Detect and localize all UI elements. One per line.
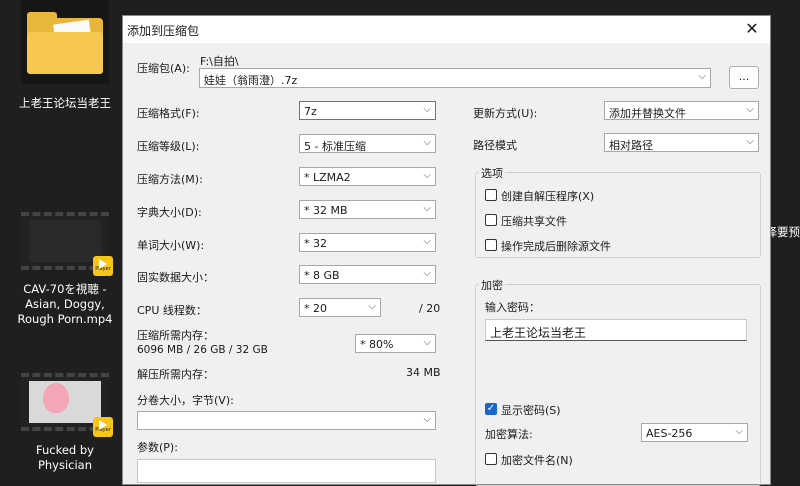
solid-select[interactable]: * 8 GB⌵: [299, 265, 436, 284]
desktop-icon-label: Fucked by Physician: [17, 443, 113, 473]
method-select[interactable]: * LZMA2⌵: [299, 167, 436, 186]
video-thumbnail: Player: [21, 212, 109, 270]
encrypt-title: 加密: [479, 277, 505, 293]
archive-label: 压缩包(A):: [137, 60, 190, 76]
player-badge-icon: Player: [93, 417, 113, 437]
sfx-checkbox[interactable]: [485, 189, 497, 201]
close-icon[interactable]: ✕: [742, 19, 762, 39]
update-select[interactable]: 添加并替换文件⌵: [604, 101, 759, 120]
word-select[interactable]: * 32⌵: [299, 233, 436, 252]
solid-label: 固实数据大小：: [137, 269, 214, 285]
desktop-folder-icon[interactable]: 上老王论坛当老王: [17, 0, 113, 111]
chevron-down-icon: ⌵: [423, 268, 431, 279]
desktop-icon-label: CAV-70を視聴 - Asian, Doggy, Rough Porn.mp4: [17, 282, 113, 327]
chevron-down-icon: ⌵: [423, 137, 431, 148]
chevron-down-icon: ⌵: [746, 136, 754, 147]
desktop-video-icon[interactable]: Player CAV-70を視聴 - Asian, Doggy, Rough P…: [17, 212, 113, 327]
threads-max: / 20: [419, 302, 440, 315]
mem-select[interactable]: * 80%⌵: [355, 334, 436, 353]
dict-label: 字典大小(D):: [137, 204, 202, 220]
decomp-label: 解压所需内存：: [137, 366, 214, 382]
mem-label: 压缩所需内存：: [137, 327, 214, 343]
format-label: 压缩格式(F):: [137, 105, 200, 121]
browse-button[interactable]: ...: [729, 66, 759, 89]
sfx-label: 创建自解压程序(X): [501, 188, 594, 204]
split-label: 分卷大小，字节(V):: [137, 392, 234, 408]
update-label: 更新方式(U):: [473, 105, 537, 121]
shared-checkbox[interactable]: [485, 214, 497, 226]
chevron-down-icon: ⌵: [423, 337, 431, 348]
chevron-down-icon: ⌵: [423, 203, 431, 214]
level-select[interactable]: 5 - 标准压缩⌵: [299, 134, 436, 153]
params-label: 参数(P):: [137, 439, 178, 455]
add-to-archive-dialog: 添加到压缩包 ✕ 压缩包(A): F:\自拍\ 娃娃（翁雨澄）.7z ⌵ ...…: [122, 15, 771, 485]
options-title: 选项: [479, 165, 505, 181]
dict-select[interactable]: * 32 MB⌵: [299, 200, 436, 219]
folder-icon: [21, 0, 109, 84]
chevron-down-icon: ⌵: [423, 170, 431, 181]
method-label: 压缩方法(M):: [137, 171, 203, 187]
peach-image: [43, 383, 69, 413]
delete-checkbox[interactable]: [485, 239, 497, 251]
desktop-video-icon[interactable]: Player Fucked by Physician: [17, 373, 113, 473]
word-label: 单词大小(W):: [137, 237, 204, 253]
chevron-down-icon: ⌵: [423, 104, 431, 115]
encrypt-names-label: 加密文件名(N): [501, 452, 573, 468]
format-select[interactable]: 7z⌵: [299, 101, 436, 120]
show-password-checkbox[interactable]: ✓: [485, 403, 497, 415]
threads-label: CPU 线程数：: [137, 302, 207, 318]
dialog-titlebar: 添加到压缩包 ✕: [123, 16, 770, 43]
threads-select[interactable]: * 20⌵: [299, 298, 381, 317]
mem-detail: 6096 MB / 26 GB / 32 GB: [137, 344, 268, 356]
password-label: 输入密码：: [485, 299, 540, 315]
algo-select[interactable]: AES-256⌵: [641, 423, 748, 442]
chevron-down-icon: ⌵: [735, 426, 743, 437]
params-input[interactable]: [137, 459, 436, 483]
delete-label: 操作完成后删除源文件: [501, 238, 611, 254]
split-select[interactable]: ⌵: [137, 411, 436, 430]
show-password-label: 显示密码(S): [501, 402, 561, 418]
archive-name-combo[interactable]: 娃娃（翁雨澄）.7z ⌵: [199, 68, 711, 88]
encrypt-names-checkbox[interactable]: [485, 453, 497, 465]
dialog-title: 添加到压缩包: [127, 22, 199, 39]
level-label: 压缩等级(L):: [137, 138, 199, 154]
video-thumbnail: Player: [21, 373, 109, 431]
shared-label: 压缩共享文件: [501, 213, 567, 229]
chevron-down-icon: ⌵: [698, 71, 706, 82]
path-mode-label: 路径模式: [473, 137, 517, 153]
algo-label: 加密算法:: [485, 426, 533, 442]
player-badge-icon: Player: [93, 256, 113, 276]
chevron-down-icon: ⌵: [423, 236, 431, 247]
chevron-down-icon: ⌵: [368, 301, 376, 312]
path-mode-select[interactable]: 相对路径⌵: [604, 133, 759, 152]
password-input[interactable]: 上老王论坛当老王: [485, 319, 747, 341]
chevron-down-icon: ⌵: [746, 104, 754, 115]
archive-path: F:\自拍\: [200, 53, 239, 69]
chevron-down-icon: ⌵: [423, 414, 431, 425]
desktop-icon-label: 上老王论坛当老王: [17, 96, 113, 111]
decomp-value: 34 MB: [406, 366, 441, 379]
